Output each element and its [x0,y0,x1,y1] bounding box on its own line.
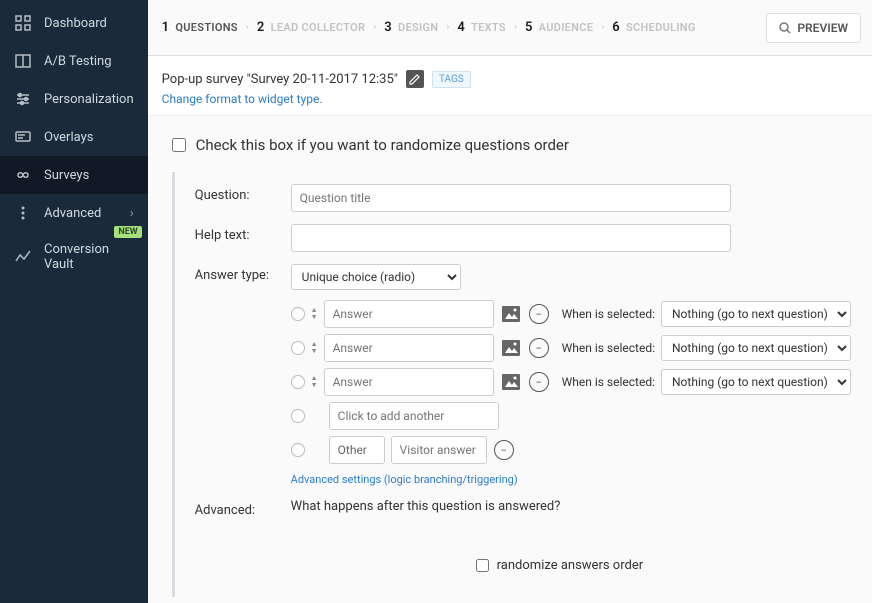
sort-handle[interactable]: ▲▼ [311,341,318,355]
sidebar-item-dashboard[interactable]: Dashboard [0,4,148,42]
step-lead-collector[interactable]: 2LEAD COLLECTOR [257,20,365,35]
header-block: Pop-up survey "Survey 20-11-2017 12:35" … [148,56,872,116]
other-row: − [291,436,851,464]
survey-title: Pop-up survey "Survey 20-11-2017 12:35" [162,72,398,87]
help-text-input[interactable] [291,224,731,252]
sort-handle[interactable]: ▲▼ [311,307,318,321]
image-icon[interactable] [500,303,522,325]
advanced-settings-link[interactable]: Advanced settings (logic branching/trigg… [291,473,518,486]
remove-answer-button[interactable]: − [528,371,550,393]
when-selected-select[interactable]: Nothing (go to next question) [661,301,851,327]
chart-icon [14,248,32,266]
question-title-input[interactable] [291,184,731,212]
sidebar-item-label: Dashboard [44,16,134,31]
step-separator: › [601,22,604,33]
new-badge: NEW [114,226,141,238]
grid-icon [14,14,32,32]
answer-type-label: Answer type: [195,264,291,283]
step-questions[interactable]: 1QUESTIONS [162,20,238,35]
when-selected-label: When is selected: [562,341,655,355]
answer-row: ▲▼ − When is selected: Nothing (go to ne… [291,334,851,362]
sidebar-item-surveys[interactable]: Surveys [0,156,148,194]
dots-icon [14,204,32,222]
when-selected-label: When is selected: [562,307,655,321]
advanced-label: Advanced: [195,499,291,518]
change-format-link[interactable]: Change format to widget type. [162,92,323,106]
randomize-questions-checkbox[interactable] [172,138,186,152]
sidebar: Dashboard A/B Testing Personalization Ov… [0,0,148,603]
sidebar-item-conversion-vault[interactable]: NEW Conversion Vault [0,232,148,282]
columns-icon [14,52,32,70]
step-scheduling[interactable]: 6SCHEDULING [612,20,695,35]
search-icon [779,22,791,34]
answer-row: ▲▼ − When is selected: Nothing (go to ne… [291,368,851,396]
infinity-icon [14,166,32,184]
sidebar-item-personalization[interactable]: Personalization [0,80,148,118]
main: 1QUESTIONS › 2LEAD COLLECTOR › 3DESIGN ›… [148,0,872,603]
answer-row: ▲▼ − When is selected: Nothing (go to ne… [291,300,851,328]
answer-input[interactable] [324,368,494,396]
when-selected-label: When is selected: [562,375,655,389]
sidebar-item-label: Personalization [44,92,134,107]
other-label-input[interactable] [329,436,385,464]
remove-answer-button[interactable]: − [528,337,550,359]
radio-icon[interactable] [291,341,305,355]
sidebar-item-label: Surveys [44,168,134,183]
add-another-input[interactable] [329,402,499,430]
sidebar-item-abtesting[interactable]: A/B Testing [0,42,148,80]
radio-icon[interactable] [291,409,305,423]
radio-icon[interactable] [291,375,305,389]
chevron-right-icon: › [130,206,134,221]
add-another-row [291,402,851,430]
step-audience[interactable]: 5AUDIENCE [525,20,593,35]
steps-bar: 1QUESTIONS › 2LEAD COLLECTOR › 3DESIGN ›… [148,0,872,56]
randomize-answers-checkbox[interactable] [476,559,489,572]
advanced-question-text: What happens after this question is answ… [291,499,851,514]
answer-input[interactable] [324,334,494,362]
message-icon [14,128,32,146]
help-text-label: Help text: [195,224,291,243]
question-form: Question: Help text: Answer type: Unique… [172,172,851,597]
radio-icon[interactable] [291,307,305,321]
sidebar-item-label: Conversion Vault [44,242,134,272]
randomize-answers-label: randomize answers order [497,558,643,573]
question-label: Question: [195,184,291,203]
randomize-questions-row: Check this box if you want to randomize … [172,136,851,154]
sidebar-item-label: Overlays [44,130,134,145]
visitor-answer-input[interactable] [391,436,487,464]
sort-handle[interactable]: ▲▼ [311,375,318,389]
sliders-icon [14,90,32,108]
randomize-questions-label: Check this box if you want to randomize … [196,136,569,154]
step-separator: › [373,22,376,33]
preview-button[interactable]: PREVIEW [766,13,861,43]
step-separator: › [246,22,249,33]
step-texts[interactable]: 4TEXTS [457,20,506,35]
sidebar-item-label: A/B Testing [44,54,134,69]
step-design[interactable]: 3DESIGN [384,20,438,35]
tags-button[interactable]: TAGS [432,71,471,88]
remove-answer-button[interactable]: − [528,303,550,325]
image-icon[interactable] [500,337,522,359]
remove-other-button[interactable]: − [493,439,515,461]
answer-input[interactable] [324,300,494,328]
step-separator: › [446,22,449,33]
step-separator: › [514,22,517,33]
content: Check this box if you want to randomize … [148,116,872,603]
when-selected-select[interactable]: Nothing (go to next question) [661,369,851,395]
radio-icon[interactable] [291,443,305,457]
sidebar-item-overlays[interactable]: Overlays [0,118,148,156]
edit-title-button[interactable] [406,70,424,88]
when-selected-select[interactable]: Nothing (go to next question) [661,335,851,361]
sidebar-item-label: Advanced [44,206,118,221]
answer-type-select[interactable]: Unique choice (radio) [291,264,461,290]
image-icon[interactable] [500,371,522,393]
